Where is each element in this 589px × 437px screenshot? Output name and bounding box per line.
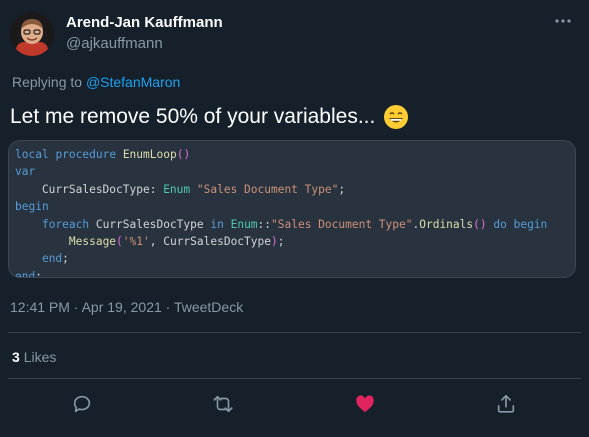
like-button[interactable] <box>354 393 376 415</box>
code-line: local procedure EnumLoop() <box>15 148 191 161</box>
code-line: var <box>15 165 36 179</box>
more-options-icon[interactable] <box>553 14 573 28</box>
code-line: Message('%1', CurrSalesDocType); <box>68 235 285 249</box>
author-handle[interactable]: @ajkauffmann <box>66 35 163 52</box>
grinning-face-icon <box>384 105 409 129</box>
retweet-icon <box>213 395 233 413</box>
heart-icon <box>356 395 374 413</box>
code-line: end; <box>15 269 42 278</box>
share-icon <box>497 394 515 413</box>
code-line: foreach CurrSalesDocType in Enum::"Sales… <box>41 217 548 231</box>
tweet-meta: 12:41 PM · Apr 19, 2021 · TweetDeck <box>10 299 244 315</box>
code-line: CurrSalesDocType: Enum "Sales Document T… <box>15 182 346 196</box>
code-block: local procedure EnumLoop() var CurrSalesD… <box>8 140 576 278</box>
reply-button[interactable] <box>71 393 93 415</box>
code-line: begin <box>15 200 49 214</box>
replying-to: Replying to @StefanMaron <box>12 74 180 90</box>
replying-to-link[interactable]: @StefanMaron <box>86 74 180 90</box>
share-button[interactable] <box>495 393 517 415</box>
divider <box>8 378 581 379</box>
divider <box>8 332 581 333</box>
replying-to-prefix: Replying to <box>12 74 86 90</box>
tweet-text: Let me remove 50% of your variables... <box>10 104 409 130</box>
avatar[interactable] <box>10 12 54 56</box>
likes-label: Likes <box>23 349 57 365</box>
avatar-image <box>10 12 54 56</box>
author-name[interactable]: Arend-Jan Kauffmann <box>66 14 223 31</box>
reply-icon <box>73 395 91 413</box>
code-line: end; <box>41 252 69 266</box>
tweet-text-content: Let me remove 50% of your variables... <box>10 105 376 128</box>
likes-stat[interactable]: 3 Likes <box>12 349 56 365</box>
retweet-button[interactable] <box>212 393 234 415</box>
likes-count: 3 <box>12 349 20 365</box>
